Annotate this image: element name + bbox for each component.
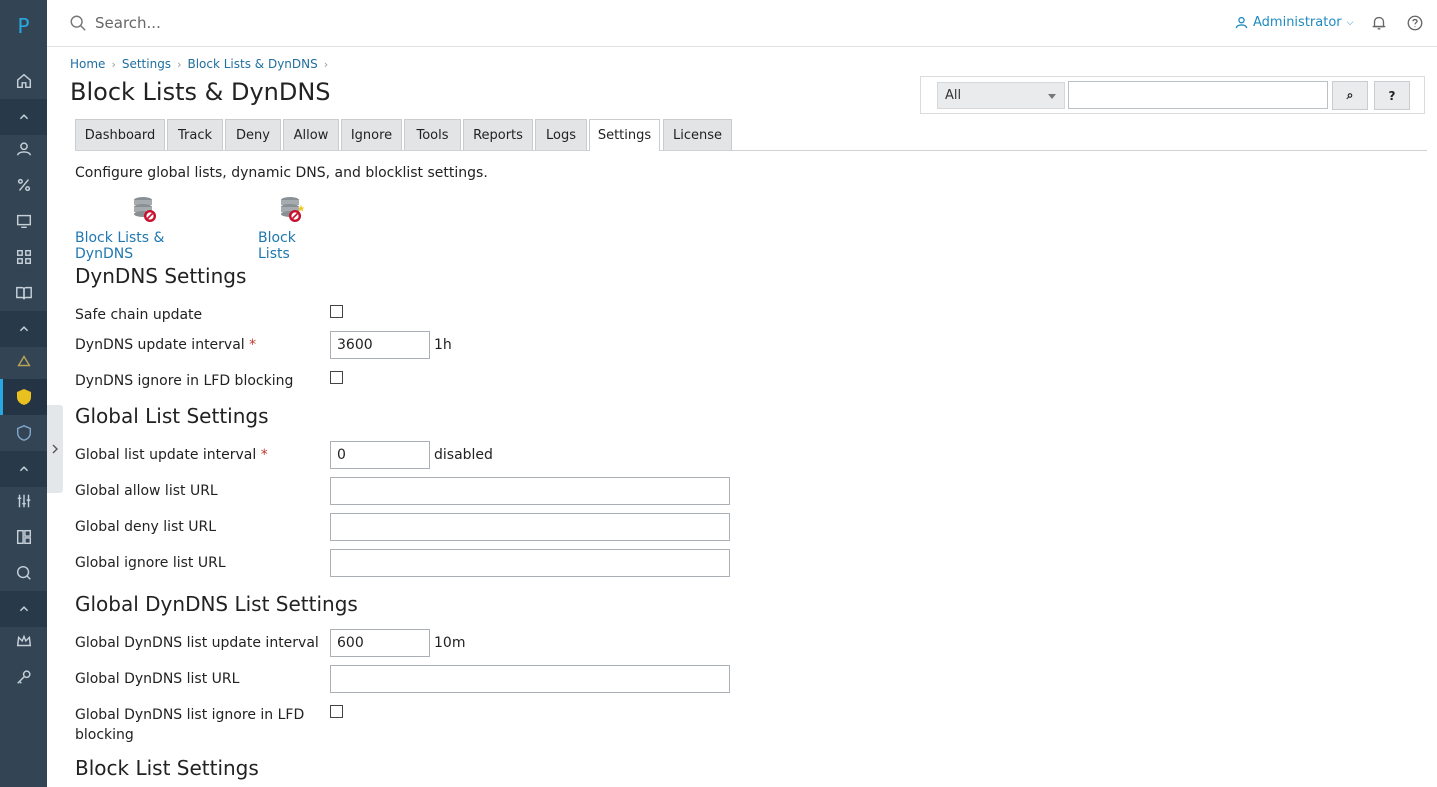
users-icon[interactable] — [0, 131, 47, 167]
tab-allow[interactable]: Allow — [283, 119, 339, 150]
label-global-list-update-interval: Global list update interval * — [75, 445, 268, 465]
filter-select[interactable]: All — [937, 82, 1065, 109]
monitor-icon[interactable] — [0, 203, 47, 239]
search-input[interactable]: Search... — [95, 14, 161, 32]
collapse-section-2-icon[interactable] — [0, 311, 47, 347]
tab-tools[interactable]: Tools — [404, 119, 461, 150]
collapse-section-3-icon[interactable] — [0, 451, 47, 487]
label-global-deny-list-url: Global deny list URL — [75, 519, 217, 535]
plesk-logo[interactable]: P — [0, 14, 47, 38]
input-dyndns-update-interval[interactable]: 3600 — [330, 331, 430, 359]
collapse-section-1-icon[interactable] — [0, 99, 47, 135]
chevron-down-icon: ⌵ — [1346, 17, 1354, 28]
sidebar-expand-handle[interactable] — [47, 405, 63, 493]
section-title-global-list: Global List Settings — [75, 404, 269, 428]
chevron-right-icon: › — [177, 57, 182, 71]
user-name: Administrator — [1253, 15, 1342, 30]
tool-label: Block Lists — [258, 230, 296, 262]
section-title-global-dyndns: Global DynDNS List Settings — [75, 592, 358, 616]
label-text: Global list update interval — [75, 447, 257, 463]
chevron-right-icon: › — [111, 57, 116, 71]
tab-dashboard[interactable]: Dashboard — [75, 119, 165, 150]
tab-deny[interactable]: Deny — [225, 119, 281, 150]
chevron-right-icon: › — [323, 57, 329, 71]
collapse-section-4-icon[interactable] — [0, 591, 47, 627]
tab-license[interactable]: License — [663, 119, 732, 150]
help-button[interactable]: ? — [1374, 81, 1410, 110]
firewall-shield-icon[interactable] — [0, 379, 47, 415]
search-button[interactable]: ⌕ — [1332, 81, 1368, 110]
input-global-list-update-interval[interactable]: 0 — [330, 441, 430, 469]
help-icon[interactable] — [1406, 14, 1424, 32]
user-menu[interactable]: Administrator ⌵ — [1235, 15, 1353, 30]
input-global-dyndns-list-url[interactable] — [330, 665, 730, 693]
extensions-icon[interactable] — [0, 519, 47, 555]
database-block-star-icon — [281, 197, 305, 222]
book-icon[interactable] — [0, 275, 47, 311]
search-icon: ⌕ — [1346, 88, 1354, 102]
section-title-block-list: Block List Settings — [75, 756, 259, 780]
breadcrumb: Home › Settings › Block Lists & DynDNS › — [70, 57, 334, 71]
label-global-dyndns-list-url: Global DynDNS list URL — [75, 671, 240, 687]
database-block-icon — [134, 197, 156, 222]
hint-global-interval: disabled — [434, 447, 493, 463]
hint-global-dyndns-interval: 10m — [434, 635, 466, 651]
tab-settings[interactable]: Settings — [589, 119, 660, 151]
checkbox-safe-chain-update[interactable] — [330, 305, 343, 318]
percent-icon[interactable] — [0, 167, 47, 203]
list-search-box: All ⌕ ? — [920, 76, 1425, 114]
input-global-deny-list-url[interactable] — [330, 513, 730, 541]
required-mark: * — [260, 447, 268, 463]
label-text-line-1: Global DynDNS list ignore in LFD — [75, 707, 305, 723]
imunify-icon[interactable] — [0, 343, 47, 379]
list-search-input[interactable] — [1068, 81, 1328, 109]
label-global-ignore-list-url: Global ignore list URL — [75, 555, 226, 571]
page-title: Block Lists & DynDNS — [70, 78, 331, 106]
left-navigation-rail: P — [0, 0, 47, 787]
tab-track[interactable]: Track — [167, 119, 223, 150]
input-global-allow-list-url[interactable] — [330, 477, 730, 505]
required-mark: * — [249, 337, 257, 353]
label-text: DynDNS update interval — [75, 337, 245, 353]
tab-reports[interactable]: Reports — [463, 119, 533, 150]
chevron-right-icon — [52, 444, 58, 454]
tool-label: Block Lists & DynDNS — [75, 230, 165, 262]
section-title-dyndns: DynDNS Settings — [75, 264, 247, 288]
label-text-line-2: blocking — [75, 727, 134, 743]
tool-block-lists[interactable]: Block Lists — [258, 196, 326, 262]
notifications-icon[interactable] — [1370, 14, 1388, 32]
breadcrumb-settings[interactable]: Settings — [122, 57, 171, 71]
label-global-dyndns-update-interval: Global DynDNS list update interval — [75, 635, 319, 651]
scan-search-icon[interactable] — [0, 555, 47, 591]
global-search[interactable]: Search... — [69, 14, 161, 32]
tool-block-lists-dyndns[interactable]: Block Lists & DynDNS — [75, 196, 215, 262]
user-icon — [1235, 16, 1248, 29]
key-icon[interactable] — [0, 659, 47, 695]
top-bar: Search... Administrator ⌵ — [47, 0, 1437, 47]
label-dyndns-ignore-lfd: DynDNS ignore in LFD blocking — [75, 373, 294, 389]
crown-icon[interactable] — [0, 623, 47, 659]
checkbox-global-dyndns-ignore-lfd[interactable] — [330, 705, 343, 718]
apps-grid-icon[interactable] — [0, 239, 47, 275]
sliders-icon[interactable] — [0, 483, 47, 519]
search-icon — [70, 15, 86, 31]
tab-bar: Dashboard Track Deny Allow Ignore Tools … — [75, 119, 1427, 151]
home-icon[interactable] — [0, 63, 47, 99]
input-global-dyndns-update-interval[interactable]: 600 — [330, 629, 430, 657]
label-safe-chain-update: Safe chain update — [75, 307, 203, 323]
tab-ignore[interactable]: Ignore — [341, 119, 402, 150]
label-global-dyndns-ignore-lfd: Global DynDNS list ignore in LFD blockin… — [75, 705, 304, 745]
input-global-ignore-list-url[interactable] — [330, 549, 730, 577]
page-description: Configure global lists, dynamic DNS, and… — [75, 165, 488, 181]
label-global-allow-list-url: Global allow list URL — [75, 483, 218, 499]
checkbox-dyndns-ignore-lfd[interactable] — [330, 371, 343, 384]
breadcrumb-home[interactable]: Home — [70, 57, 105, 71]
breadcrumb-block-lists[interactable]: Block Lists & DynDNS — [187, 57, 317, 71]
security-shield-icon[interactable] — [0, 415, 47, 451]
tab-logs[interactable]: Logs — [535, 119, 587, 150]
hint-dyndns-interval: 1h — [434, 337, 452, 353]
label-dyndns-update-interval: DynDNS update interval * — [75, 335, 256, 355]
